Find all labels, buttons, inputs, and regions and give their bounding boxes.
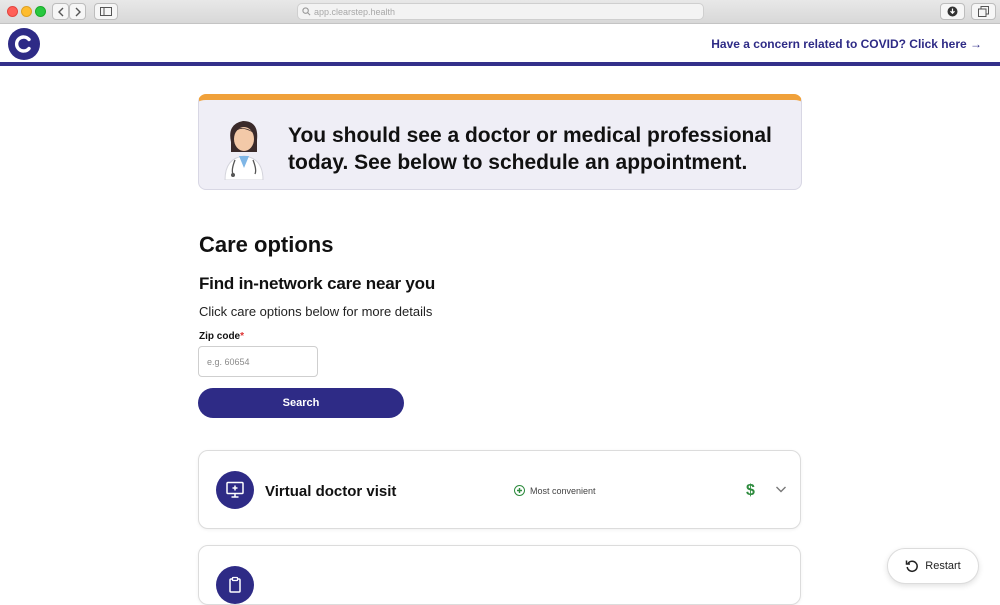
clipboard-icon xyxy=(229,576,241,593)
sidebar-toggle-button[interactable] xyxy=(94,3,118,20)
badge-label: Most convenient xyxy=(530,485,596,496)
clearstep-logo[interactable] xyxy=(8,28,40,60)
zip-code-label: Zip code* xyxy=(199,331,245,342)
care-options-title: Care options xyxy=(199,232,334,257)
browser-toolbar: app.clearstep.health xyxy=(0,0,1000,24)
search-button[interactable]: Search xyxy=(198,388,404,418)
chevron-left-icon xyxy=(57,7,63,16)
address-bar[interactable]: app.clearstep.health xyxy=(297,3,704,20)
tabs-icon xyxy=(978,6,989,17)
doctor-illustration-icon xyxy=(224,121,264,180)
sidebar-icon xyxy=(100,7,112,16)
plus-circle-icon xyxy=(514,485,525,496)
download-icon xyxy=(947,6,958,17)
care-option-title: Virtual doctor visit xyxy=(265,483,397,500)
back-button[interactable] xyxy=(52,3,69,20)
virtual-visit-icon xyxy=(216,471,254,509)
monitor-plus-icon xyxy=(226,481,244,498)
close-window-button[interactable] xyxy=(7,6,18,17)
care-option-icon xyxy=(216,566,254,604)
find-care-title: Find in-network care near you xyxy=(199,274,436,293)
maximize-window-button[interactable] xyxy=(35,6,46,17)
tabs-overview-button[interactable] xyxy=(971,3,996,20)
forward-button[interactable] xyxy=(69,3,86,20)
logo-c-icon xyxy=(14,35,31,53)
search-icon xyxy=(302,7,311,16)
downloads-button[interactable] xyxy=(940,3,965,20)
restart-button[interactable]: Restart xyxy=(887,548,979,584)
care-option-virtual-visit[interactable]: Virtual doctor visit Most convenient $ xyxy=(198,450,801,529)
zip-code-input[interactable] xyxy=(198,346,318,377)
restart-icon xyxy=(906,560,919,573)
minimize-window-button[interactable] xyxy=(21,6,32,17)
chevron-right-icon xyxy=(75,7,81,16)
banner-message: You should see a doctor or medical profe… xyxy=(288,124,772,174)
url-text: app.clearstep.health xyxy=(314,6,396,17)
required-marker: * xyxy=(240,331,245,342)
cost-indicator: $ xyxy=(746,482,755,499)
chevron-down-icon[interactable] xyxy=(775,484,787,494)
care-option-second[interactable] xyxy=(198,545,801,605)
site-header: Have a concern related to COVID? Click h… xyxy=(0,24,1000,66)
restart-label: Restart xyxy=(925,560,961,572)
recommendation-banner: You should see a doctor or medical profe… xyxy=(198,94,802,190)
convenience-badge: Most convenient xyxy=(514,485,596,496)
care-instructions: Click care options below for more detail… xyxy=(199,304,433,319)
covid-concern-link[interactable]: Have a concern related to COVID? Click h… xyxy=(711,37,982,51)
